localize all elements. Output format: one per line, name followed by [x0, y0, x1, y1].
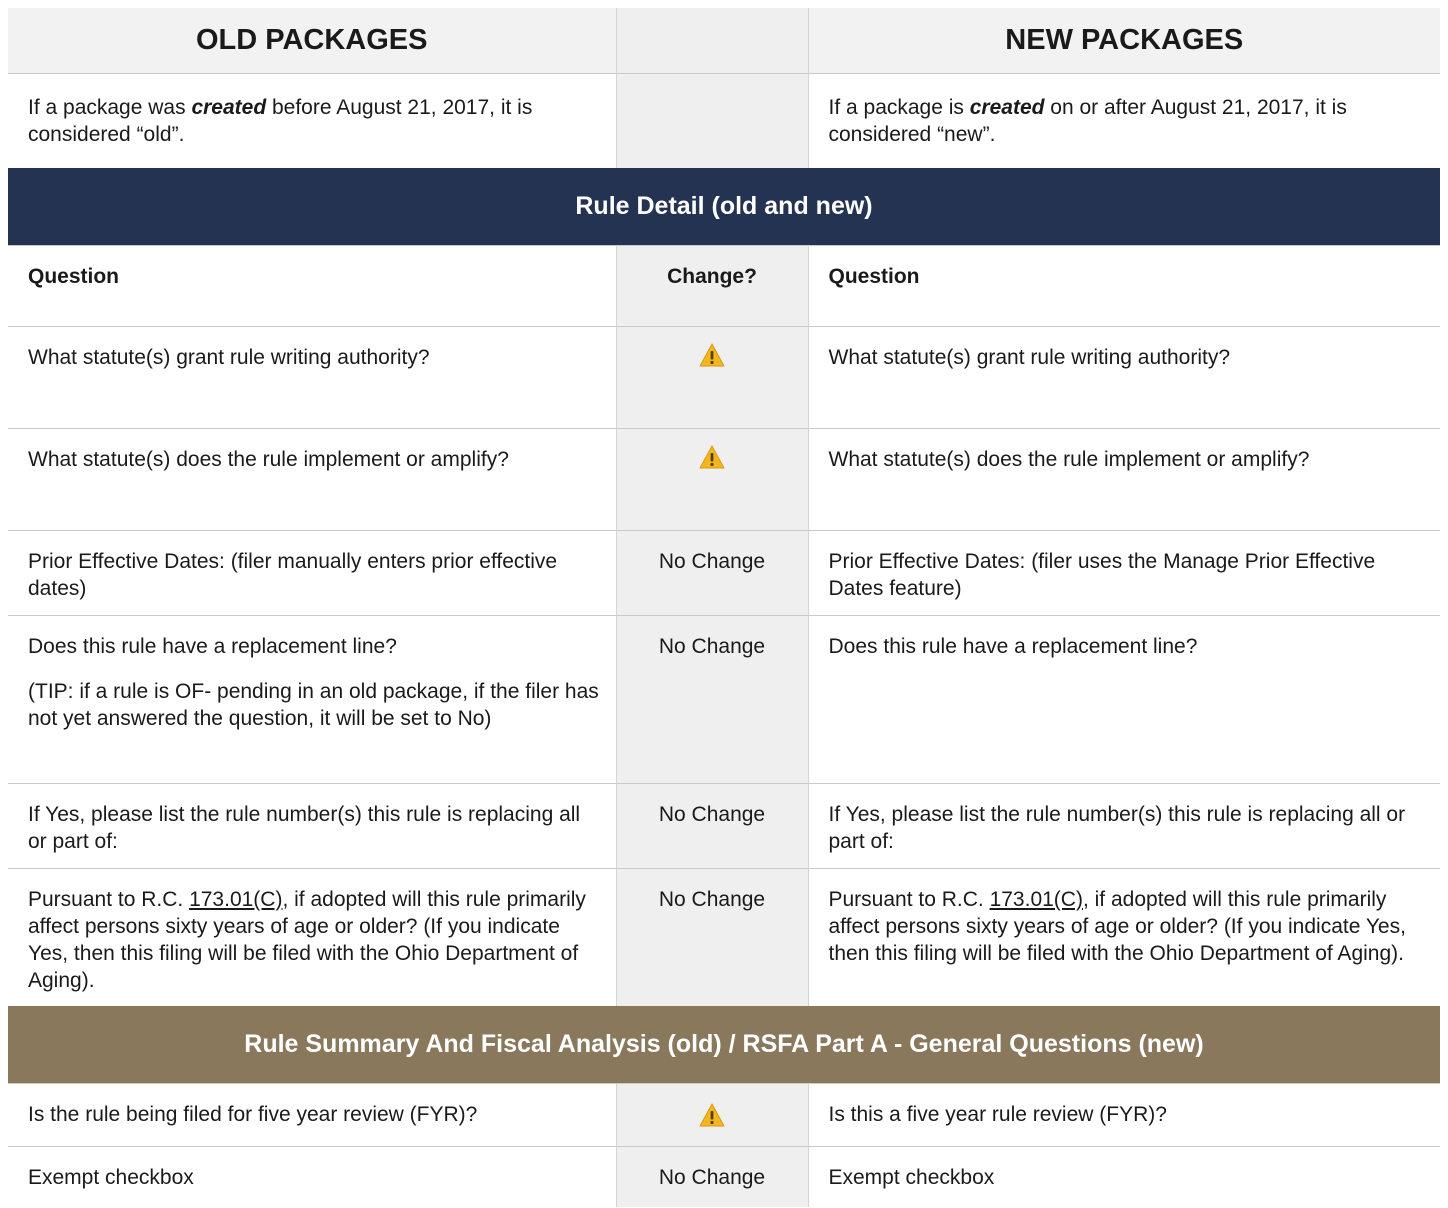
table-row: What statute(s) grant rule writing autho…: [8, 325, 1440, 428]
change-status: No Change: [615, 867, 809, 1006]
rule-detail-title: Rule Detail (old and new): [8, 167, 1440, 245]
table-row: What statute(s) does the rule implement …: [8, 427, 1440, 530]
table-row: Pursuant to R.C. 173.01(C), if adopted w…: [8, 867, 1440, 1006]
change-cell: [615, 427, 809, 530]
old-question: Does this rule have a replacement line? …: [8, 614, 616, 783]
old-question-text: Does this rule have a replacement line?: [28, 634, 397, 658]
old-packages-title: OLD PACKAGES: [8, 8, 616, 74]
statute-link[interactable]: 173.01(C): [189, 888, 282, 911]
new-question: Does this rule have a replacement line?: [808, 614, 1440, 783]
old-question: If Yes, please list the rule number(s) t…: [8, 782, 616, 868]
new-question: What statute(s) does the rule implement …: [808, 427, 1440, 530]
table-row: Does this rule have a replacement line? …: [8, 614, 1440, 783]
table-row: If Yes, please list the rule number(s) t…: [8, 782, 1440, 868]
new-question: Exempt checkbox: [808, 1146, 1440, 1207]
new-question: If Yes, please list the rule number(s) t…: [808, 782, 1440, 868]
new-question: What statute(s) grant rule writing autho…: [808, 325, 1440, 428]
change-status: No Change: [615, 614, 809, 783]
new-packages-title: NEW PACKAGES: [808, 8, 1440, 74]
created-emphasis: created: [969, 96, 1045, 119]
table-row: Prior Effective Dates: (filer manually e…: [8, 529, 1440, 615]
new-question: Prior Effective Dates: (filer uses the M…: [808, 529, 1440, 615]
warning-icon: [699, 445, 725, 468]
table-row: Is the rule being filed for five year re…: [8, 1083, 1440, 1147]
old-question: Exempt checkbox: [8, 1146, 616, 1207]
change-status: No Change: [615, 529, 809, 615]
tip-note: (TIP: if a rule is OF- pending in an old…: [28, 679, 599, 730]
change-cell: [615, 325, 809, 428]
warning-icon: [699, 1103, 725, 1127]
new-package-definition: If a package is created on or after Augu…: [808, 73, 1440, 168]
table-row: Exempt checkbox No Change Exempt checkbo…: [8, 1146, 1440, 1207]
rsfa-title: Rule Summary And Fiscal Analysis (old) /…: [8, 1006, 1440, 1084]
question-header-row: Question Change? Question: [8, 244, 1440, 326]
old-question: What statute(s) does the rule implement …: [8, 427, 616, 530]
old-question: Pursuant to R.C. 173.01(C), if adopted w…: [8, 867, 616, 1006]
change-header: Change?: [615, 244, 809, 326]
package-definition-row: If a package was created before August 2…: [8, 73, 1440, 168]
header-spacer: [615, 8, 809, 74]
created-emphasis: created: [191, 96, 267, 119]
definition-spacer: [615, 73, 809, 168]
change-status: No Change: [615, 782, 809, 868]
change-cell: [615, 1083, 809, 1147]
package-header-row: OLD PACKAGES NEW PACKAGES: [8, 8, 1440, 74]
old-package-definition: If a package was created before August 2…: [8, 73, 616, 168]
rule-detail-band: Rule Detail (old and new): [8, 167, 1440, 245]
statute-link[interactable]: 173.01(C): [990, 888, 1083, 911]
change-status: No Change: [615, 1146, 809, 1207]
new-question-header: Question: [808, 244, 1440, 326]
rsfa-band: Rule Summary And Fiscal Analysis (old) /…: [8, 1006, 1440, 1084]
old-question: Is the rule being filed for five year re…: [8, 1083, 616, 1147]
old-question: What statute(s) grant rule writing autho…: [8, 325, 616, 428]
new-question: Pursuant to R.C. 173.01(C), if adopted w…: [808, 867, 1440, 1006]
new-question: Is this a five year rule review (FYR)?: [808, 1083, 1440, 1147]
warning-icon: [699, 343, 725, 366]
old-question-header: Question: [8, 244, 616, 326]
comparison-table: OLD PACKAGES NEW PACKAGES If a package w…: [8, 8, 1440, 1207]
comparison-table-container: OLD PACKAGES NEW PACKAGES If a package w…: [8, 8, 1440, 1207]
old-question: Prior Effective Dates: (filer manually e…: [8, 529, 616, 615]
